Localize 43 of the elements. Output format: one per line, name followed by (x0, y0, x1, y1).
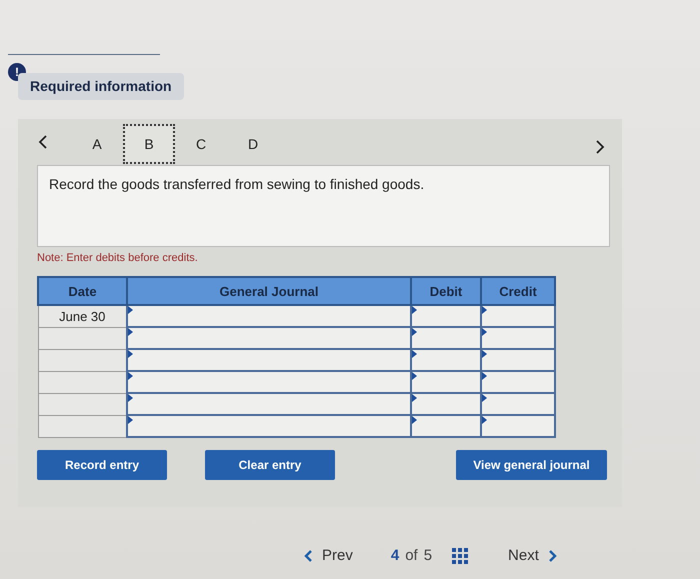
section-title: Required information (18, 73, 184, 100)
column-header: Debit (411, 277, 481, 305)
column-header: Date (38, 277, 127, 305)
clear-entry-button[interactable]: Clear entry (205, 450, 335, 480)
column-header: General Journal (127, 277, 411, 305)
credit-field[interactable] (481, 371, 555, 393)
account-field[interactable] (127, 393, 411, 415)
account-field[interactable] (127, 371, 411, 393)
chevron-right-icon[interactable] (594, 139, 606, 155)
view-journal-button[interactable]: View general journal (456, 450, 607, 480)
prev-button[interactable]: Prev (304, 547, 353, 564)
debit-field[interactable] (411, 305, 481, 327)
debit-field[interactable] (411, 349, 481, 371)
credit-field[interactable] (481, 393, 555, 415)
question-text: Record the goods transferred from sewing to finished goods. (49, 176, 424, 192)
debit-field[interactable] (411, 371, 481, 393)
part-tab[interactable]: B (123, 124, 175, 164)
debit-field[interactable] (411, 327, 481, 349)
chevron-right-icon (546, 548, 557, 562)
account-field[interactable] (127, 415, 411, 437)
account-field[interactable] (127, 349, 411, 371)
grid-icon[interactable] (452, 548, 468, 564)
chevron-left-icon (304, 548, 314, 562)
debit-field[interactable] (411, 393, 481, 415)
page-number: 4 (390, 547, 400, 564)
next-button[interactable]: Next (508, 547, 557, 564)
column-header: Credit (481, 277, 555, 305)
debit-field[interactable] (411, 415, 481, 437)
page-total: 5 (424, 547, 432, 564)
date-cell: June 30 (38, 305, 127, 327)
account-field[interactable] (127, 305, 411, 327)
credit-field[interactable] (481, 349, 555, 371)
page-of: of (405, 547, 418, 564)
credit-field[interactable] (481, 415, 555, 437)
chevron-left-icon[interactable] (37, 134, 49, 150)
part-tab[interactable]: C (175, 124, 227, 164)
account-field[interactable] (127, 327, 411, 349)
part-tab[interactable]: D (227, 124, 279, 164)
credit-field[interactable] (481, 305, 555, 327)
record-entry-button[interactable]: Record entry (37, 450, 167, 480)
note-text: Note: Enter debits before credits. (37, 252, 199, 264)
part-tab[interactable]: A (71, 124, 123, 164)
credit-field[interactable] (481, 327, 555, 349)
